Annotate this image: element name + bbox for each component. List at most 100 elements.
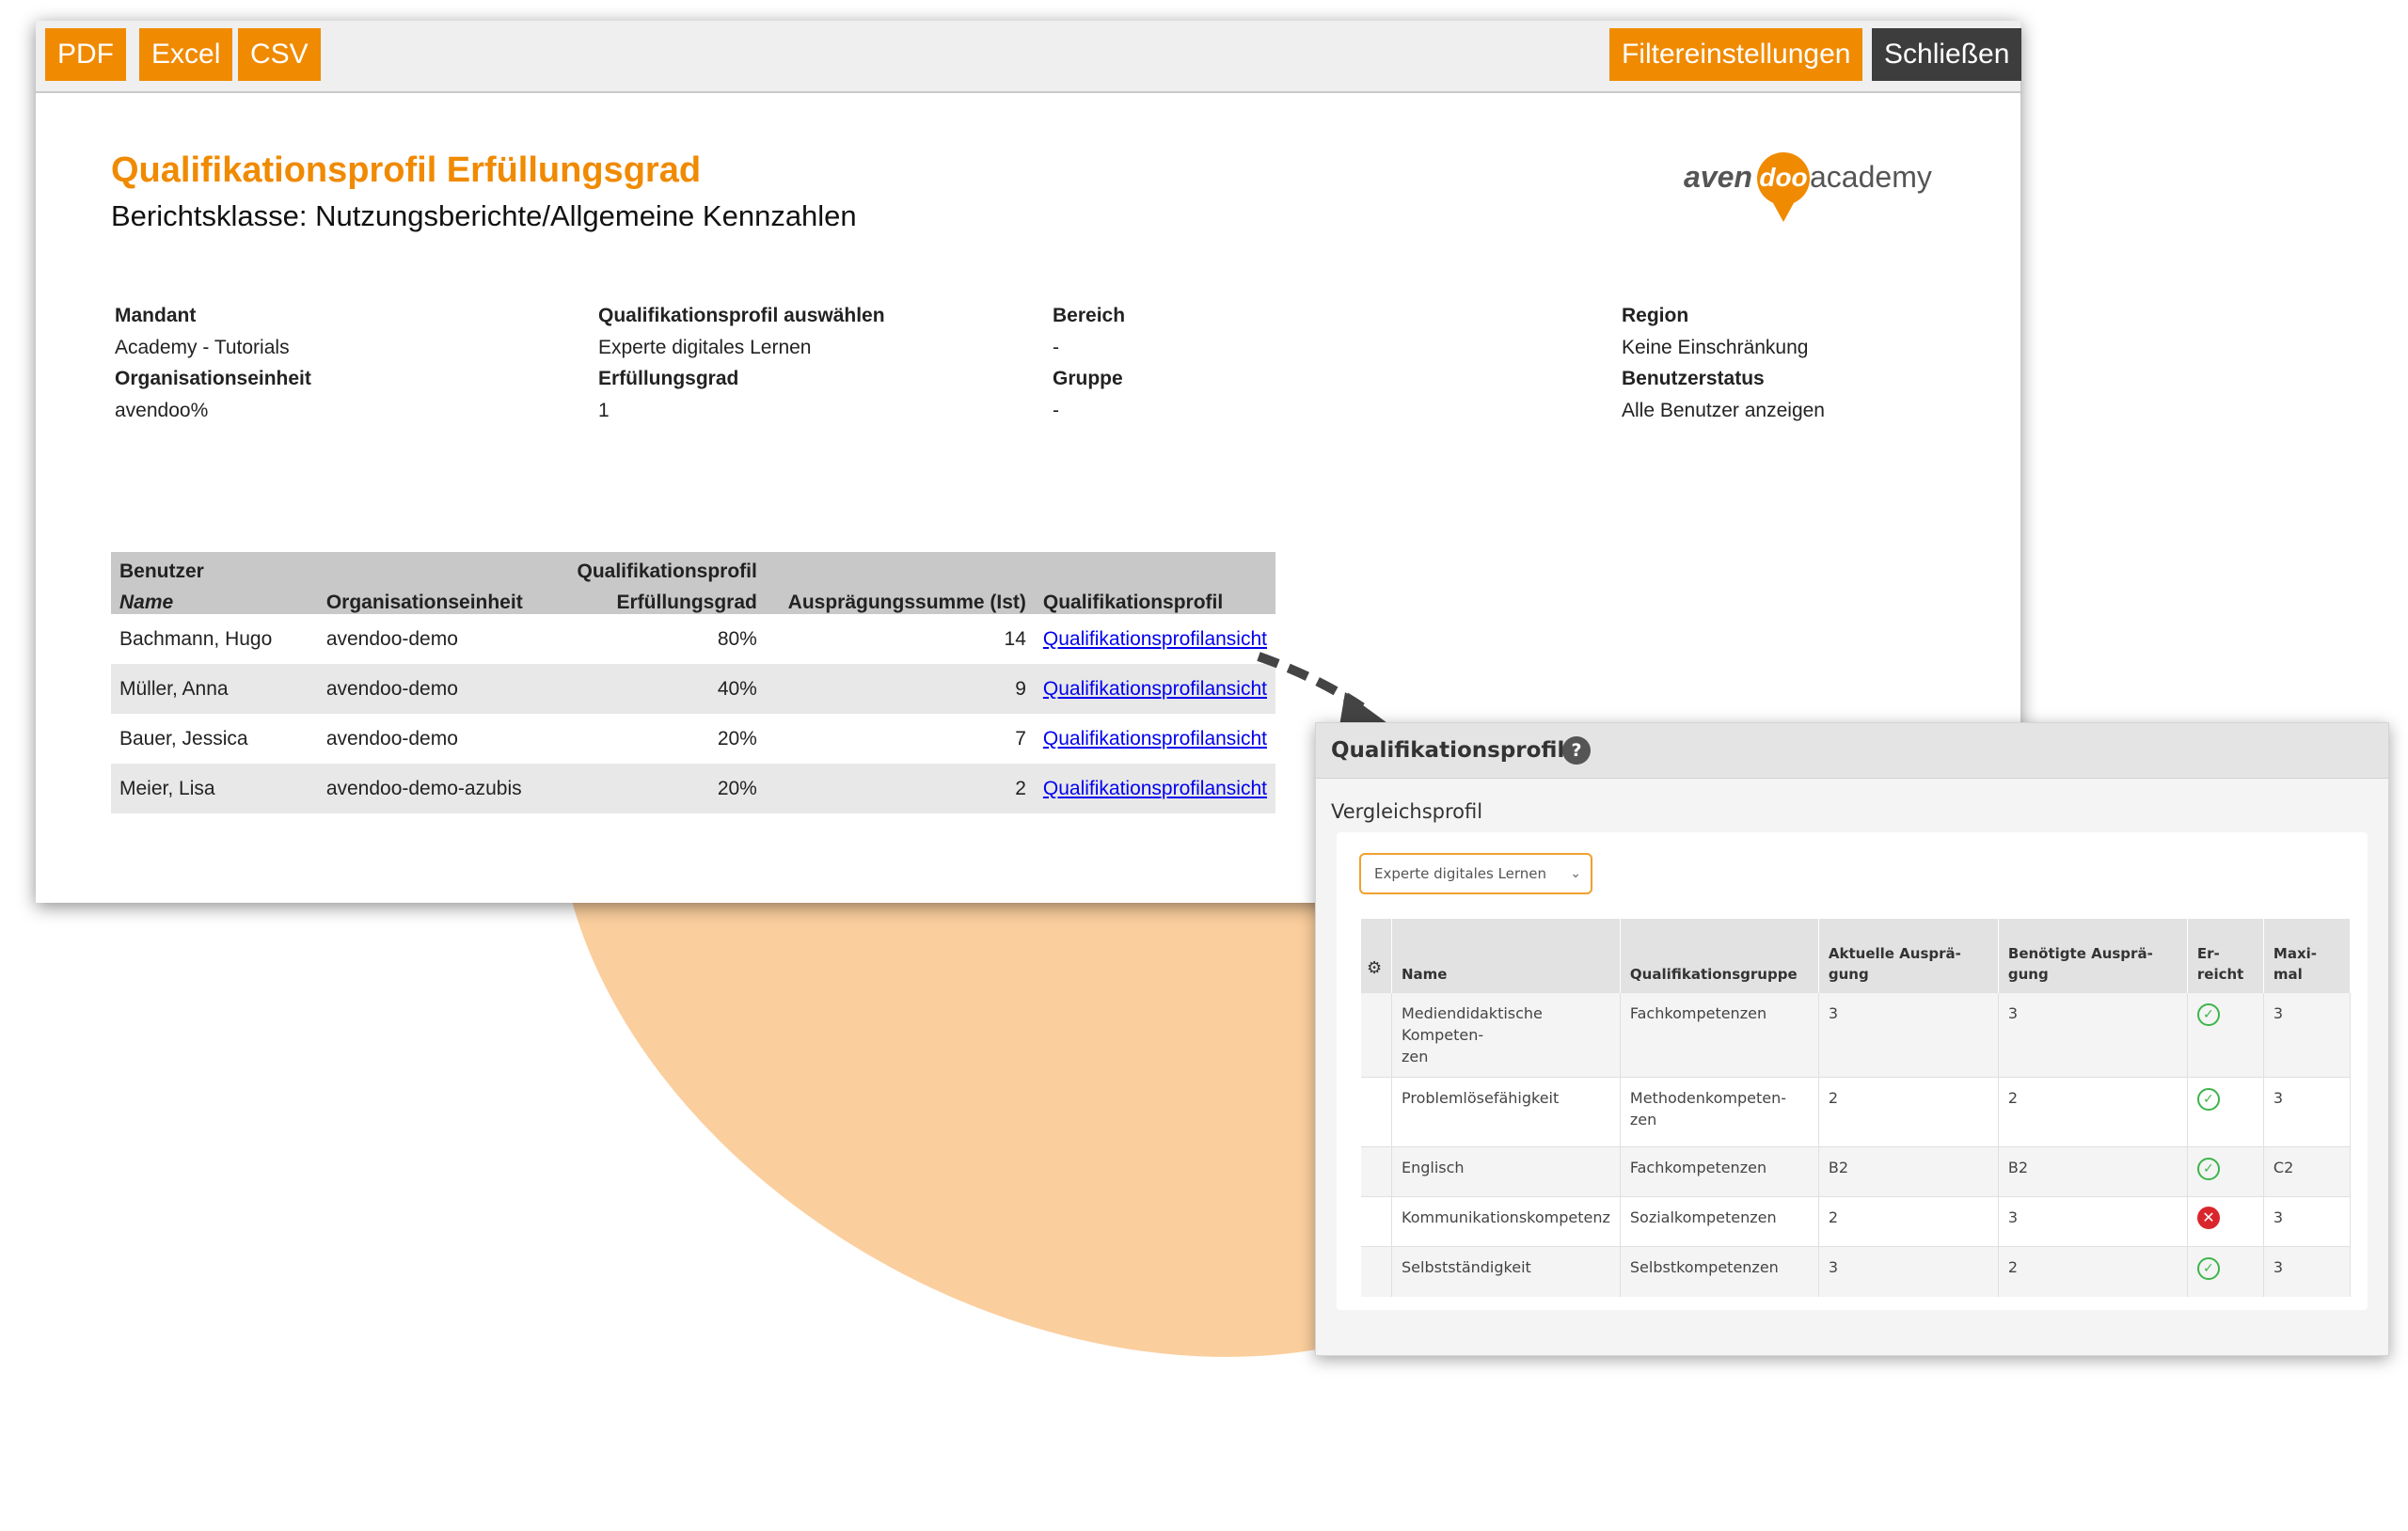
x-circle-icon: ✕ [2196, 1207, 2220, 1229]
qualifikation-table: ⚙ Name Qualifikationsgruppe Aktuelle Aus… [1361, 919, 2352, 1297]
vergleichsprofil-label: Vergleichsprofil [1331, 800, 1483, 823]
qualifikationsprofil-panel: Qualifikationsprofil ? Vergleichsprofil … [1315, 722, 2389, 1356]
cell-aktuell: B2 [1818, 1146, 1999, 1197]
cell-name: Kommunikationskompetenz [1391, 1196, 1621, 1247]
cell-name-line1: Mediendidaktische Kompeten- [1402, 1004, 1543, 1044]
cell-name: Bachmann, Hugo [119, 627, 273, 650]
cell-grad: 20% [568, 764, 766, 813]
cell-aktuell: 2 [1818, 1077, 1999, 1147]
logo-text-left: aven [1684, 160, 1752, 194]
qprofil-view-link[interactable]: Qualifikationsprofilansicht [1043, 728, 1267, 750]
filter-column-3: Bereich - Gruppe - [1053, 300, 1125, 426]
cell-name-line2: zen [1402, 1048, 1429, 1065]
cell-aktuell: 3 [1818, 1246, 1999, 1297]
cell-maximal: 3 [2263, 1196, 2352, 1247]
cell-name: Selbstständigkeit [1391, 1246, 1621, 1297]
cell-name: Mediendidaktische Kompeten-zen [1391, 992, 1621, 1078]
table-row: Bauer, Jessica avendoo-demo 20% 7 Qualif… [111, 714, 1275, 764]
logo-badge: doo [1757, 152, 1810, 205]
cell-grad: 80% [717, 627, 757, 650]
vergleichsprofil-select[interactable]: Experte digitales Lernen ⌄ [1359, 853, 1592, 894]
group-header-qprofil: Qualifikationsprofil [568, 552, 766, 583]
filter-settings-button[interactable]: Filtereinstellungen [1609, 28, 1863, 81]
cell-benoetigt: 3 [1998, 992, 2188, 1078]
table-row: Selbstständigkeit Selbstkompetenzen 3 2 … [1361, 1246, 2352, 1297]
cell-gruppe: Selbstkompetenzen [1620, 1246, 1819, 1297]
col-header-benoetigt-line2: gung [2007, 966, 2049, 983]
cell-name: Müller, Anna [111, 664, 318, 714]
qprofil-view-link[interactable]: Qualifikationsprofilansicht [1043, 778, 1267, 799]
col-header-aktuell[interactable]: Aktuelle Ausprä- gung [1818, 919, 1999, 993]
orgeinheit-value: avendoo% [115, 399, 209, 421]
cell-aktuell: 2 [1818, 1196, 1999, 1247]
help-icon[interactable]: ? [1562, 736, 1591, 765]
close-button[interactable]: Schließen [1872, 28, 2022, 81]
erfuellung-label: Erfüllungsgrad [598, 368, 739, 389]
cell-summe: 14 [1004, 627, 1026, 650]
cell-maximal: C2 [2263, 1146, 2352, 1197]
table-row: Problemlösefähigkeit Methodenkompeten-ze… [1361, 1077, 2352, 1147]
col-header-profil: Qualifikationsprofil [1034, 583, 1275, 614]
col-header-benoetigt-line1: Benötigte Ausprä- [2007, 945, 2153, 962]
cell-gruppe-line1: Fachkompetenzen [1629, 1159, 1767, 1176]
bereich-value: - [1053, 336, 1059, 358]
cell-erreicht: ✓ [2187, 1246, 2264, 1297]
excel-export-button[interactable]: Excel [139, 28, 233, 81]
qprofil-value: Experte digitales Lernen [598, 336, 812, 358]
csv-export-button[interactable]: CSV [238, 28, 321, 81]
mandant-value: Academy - Tutorials [115, 336, 290, 358]
col-header-erreicht[interactable]: Er- reicht [2187, 919, 2264, 993]
cell-gruppe: Sozialkompetenzen [1620, 1196, 1819, 1247]
qprofil-label: Qualifikationsprofil auswählen [598, 305, 885, 326]
qprofil-view-link[interactable]: Qualifikationsprofilansicht [1043, 678, 1267, 700]
gruppe-label: Gruppe [1053, 368, 1123, 389]
cell-gruppe-line2: zen [1629, 1111, 1657, 1129]
col-header-maximal[interactable]: Maxi- mal [2263, 919, 2352, 993]
col-header-name[interactable]: Name [1391, 919, 1621, 993]
region-value: Keine Einschränkung [1622, 336, 1809, 358]
filter-column-1: Mandant Academy - Tutorials Organisation… [115, 300, 311, 426]
cell-maximal: 3 [2263, 1246, 2352, 1297]
cell-grad: 20% [717, 727, 757, 750]
check-circle-icon: ✓ [2196, 1257, 2220, 1280]
group-header-benutzer: Benutzer [111, 552, 318, 583]
cell-gruppe: Methodenkompeten-zen [1620, 1077, 1819, 1147]
report-subtitle: Berichtsklasse: Nutzungsberichte/Allgeme… [111, 199, 857, 232]
col-header-gruppe[interactable]: Qualifikationsgruppe [1620, 919, 1819, 993]
check-circle-icon: ✓ [2196, 1003, 2220, 1026]
col-header-benoetigt[interactable]: Benötigte Ausprä- gung [1998, 919, 2188, 993]
cell-name: Bauer, Jessica [119, 727, 248, 750]
col-header-summe: Ausprägungssumme (Ist) [765, 583, 1035, 614]
table-row: Englisch Fachkompetenzen B2 B2 ✓ C2 [1361, 1146, 2352, 1197]
panel-title: Qualifikationsprofil [1331, 738, 1565, 763]
col-header-aktuell-line2: gung [1828, 966, 1869, 983]
table-row: Müller, Anna avendoo-demo 40% 9 Qualifik… [111, 664, 1275, 714]
table-row: Meier, Lisa avendoo-demo-azubis 20% 2 Qu… [111, 764, 1275, 813]
col-header-maximal-line2: mal [2273, 966, 2303, 983]
cell-org: avendoo-demo [325, 727, 458, 750]
cell-maximal: 3 [2263, 1077, 2352, 1147]
table-row: Bachmann, Hugo avendoo-demo 80% 14 Quali… [111, 614, 1275, 664]
panel-header: Qualifikationsprofil ? [1316, 723, 2388, 779]
cell-name-line1: Kommunikationskompetenz [1402, 1208, 1610, 1226]
cell-gruppe-line1: Fachkompetenzen [1629, 1004, 1767, 1022]
col-header-erreicht-line2: reicht [2196, 966, 2244, 983]
cell-org: avendoo-demo [317, 664, 569, 714]
qprofil-view-link[interactable]: Qualifikationsprofilansicht [1043, 628, 1267, 650]
status-value: Alle Benutzer anzeigen [1622, 399, 1825, 421]
pdf-export-button[interactable]: PDF [45, 28, 126, 81]
select-value: Experte digitales Lernen [1374, 865, 1547, 882]
status-label: Benutzerstatus [1622, 368, 1765, 389]
column-settings[interactable]: ⚙ [1361, 919, 1392, 993]
cell-name: Englisch [1391, 1146, 1621, 1197]
check-circle-icon: ✓ [2196, 1158, 2220, 1180]
cell-erreicht: ✓ [2187, 992, 2264, 1078]
col-header-grad: Erfüllungsgrad [568, 583, 766, 614]
cell-name-line1: Problemlösefähigkeit [1402, 1089, 1560, 1107]
chevron-down-icon: ⌄ [1570, 866, 1581, 881]
cell-gruppe-line1: Sozialkompetenzen [1629, 1208, 1777, 1226]
col-header-erreicht-line1: Er- [2196, 945, 2220, 962]
cell-erreicht: ✓ [2187, 1146, 2264, 1197]
col-header-name: Name [111, 583, 318, 614]
toolbar: PDF Excel CSV Filtereinstellungen Schlie… [36, 21, 2022, 93]
